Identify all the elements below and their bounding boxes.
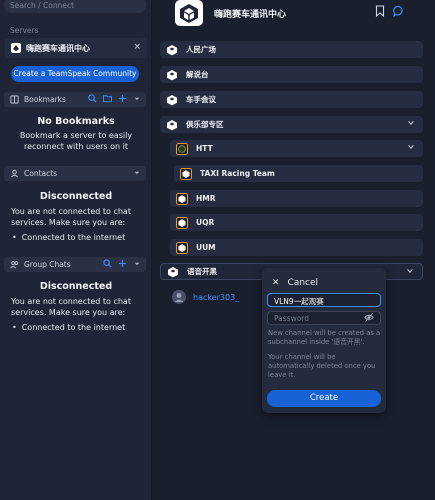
cube-logo-icon <box>180 4 198 23</box>
chevron-down-icon[interactable] <box>133 168 141 177</box>
bookmark-icon[interactable] <box>375 5 385 17</box>
channel-item[interactable]: HTT <box>170 140 423 157</box>
server-header: 嗨跑赛车通讯中心 <box>152 0 435 30</box>
channel-label: 解说台 <box>186 70 209 79</box>
contacts-header[interactable]: Contacts <box>4 166 146 181</box>
channel-cube-icon <box>176 192 188 205</box>
channel-cube-icon <box>167 44 177 55</box>
user-silhouette-icon <box>174 293 184 302</box>
create-button[interactable]: Create <box>267 390 381 407</box>
bookmarks-header[interactable]: Bookmarks <box>4 92 146 107</box>
channel-label: UUM <box>196 243 216 252</box>
password-input[interactable]: Password <box>267 311 381 325</box>
channel-label: HTT <box>196 144 213 153</box>
avatar <box>172 290 186 304</box>
group-chats-label: Group Chats <box>24 260 71 269</box>
channel-item[interactable]: TAXI Racing Team <box>174 165 423 182</box>
cancel-button[interactable]: ✕ Cancel <box>272 278 318 288</box>
channel-cube-icon <box>180 167 192 180</box>
channel-label: HMR <box>196 194 216 203</box>
channel-label: 语音开黑 <box>187 267 217 276</box>
bookmarks-label: Bookmarks <box>24 95 66 104</box>
channel-label: UQR <box>196 218 215 227</box>
channel-cube-icon <box>176 216 188 229</box>
eye-off-icon[interactable] <box>364 313 374 322</box>
channel-label: 俱乐部专区 <box>186 120 224 129</box>
channel-item[interactable]: 解说台 <box>160 66 423 83</box>
chat-icon[interactable] <box>393 5 405 17</box>
add-icon[interactable] <box>118 259 127 268</box>
channel-user[interactable]: hacker303_ <box>172 288 239 306</box>
group-chats-header[interactable]: Group Chats <box>4 257 146 272</box>
channel-cube-icon <box>167 94 177 105</box>
cancel-label: Cancel <box>287 278 319 288</box>
contacts-status-title: Disconnected <box>39 191 113 202</box>
server-tab[interactable]: 嗨跑赛车通讯中心 × <box>5 38 147 58</box>
contacts-status-text: You are not connected to chat services. … <box>11 207 131 227</box>
group-chats-status-title: Disconnected <box>39 281 113 292</box>
folder-icon[interactable] <box>103 94 112 103</box>
channel-label: 车手会议 <box>186 95 216 104</box>
search-icon[interactable] <box>103 259 112 268</box>
chevron-down-icon[interactable] <box>133 259 141 268</box>
channel-cube-icon <box>168 266 178 277</box>
bookmarks-empty-title: No Bookmarks <box>37 116 115 127</box>
group-chats-bullet: Connected to the internet <box>12 323 126 332</box>
server-logo-icon <box>11 43 21 53</box>
teamspeak-window: Search / Connect Servers 嗨跑赛车通讯中心 × Crea… <box>0 0 435 500</box>
channel-item[interactable]: 人民广场 <box>160 41 423 58</box>
bookmarks-icon <box>10 95 19 104</box>
channel-item[interactable]: UUM <box>170 239 423 256</box>
create-channel-popup: ✕ Cancel VLN9一起观赛 Password New channel w… <box>262 268 386 413</box>
close-icon[interactable]: × <box>133 42 141 52</box>
search-icon[interactable] <box>88 94 97 103</box>
search-input[interactable]: Search / Connect <box>4 0 146 13</box>
chevron-down-icon[interactable] <box>133 94 141 103</box>
password-placeholder: Password <box>274 314 310 323</box>
channel-cube-icon <box>176 241 188 254</box>
subchannel-note: New channel will be created as a subchan… <box>268 329 381 346</box>
group-chats-icon <box>10 261 19 269</box>
channel-item[interactable]: 车手会议 <box>160 91 423 108</box>
channel-item[interactable]: HMR <box>170 190 423 207</box>
chevron-down-icon[interactable] <box>407 119 415 127</box>
create-community-button[interactable]: Create a TeamSpeak Community <box>11 66 139 82</box>
auto-delete-note: Your channel will be automatically delet… <box>268 353 376 379</box>
contacts-label: Contacts <box>24 169 58 178</box>
channel-htt-logo-icon <box>176 142 188 155</box>
channel-name-input[interactable]: VLN9一起观赛 <box>267 293 381 307</box>
channel-item[interactable]: 俱乐部专区 <box>160 116 423 133</box>
channel-label: TAXI Racing Team <box>200 169 275 178</box>
server-logo <box>175 0 203 26</box>
channel-cube-icon <box>167 119 177 130</box>
bookmarks-empty-text: Bookmark a server to easily reconnect wi… <box>19 131 133 151</box>
server-tab-label: 嗨跑赛车通讯中心 <box>26 43 90 53</box>
contacts-icon <box>11 169 18 178</box>
chevron-down-icon[interactable] <box>406 267 414 275</box>
channel-tree: 嗨跑赛车通讯中心 人民广场 解说台 车手会议 俱乐部专区 HTT TAXI Ra… <box>152 0 435 500</box>
contacts-bullet: Connected to the internet <box>12 233 126 242</box>
servers-section-label: Servers <box>10 26 39 35</box>
user-name[interactable]: hacker303_ <box>193 293 239 302</box>
close-icon[interactable]: ✕ <box>272 278 280 288</box>
server-name: 嗨跑赛车通讯中心 <box>214 10 287 20</box>
channel-item[interactable]: UQR <box>170 214 423 231</box>
channel-label: 人民广场 <box>186 45 216 54</box>
chevron-down-icon[interactable] <box>407 143 415 151</box>
sidebar: Search / Connect Servers 嗨跑赛车通讯中心 × Crea… <box>0 0 152 500</box>
channel-cube-icon <box>167 69 177 80</box>
group-chats-status-text: You are not connected to chat services. … <box>11 297 131 317</box>
add-icon[interactable] <box>118 94 127 103</box>
